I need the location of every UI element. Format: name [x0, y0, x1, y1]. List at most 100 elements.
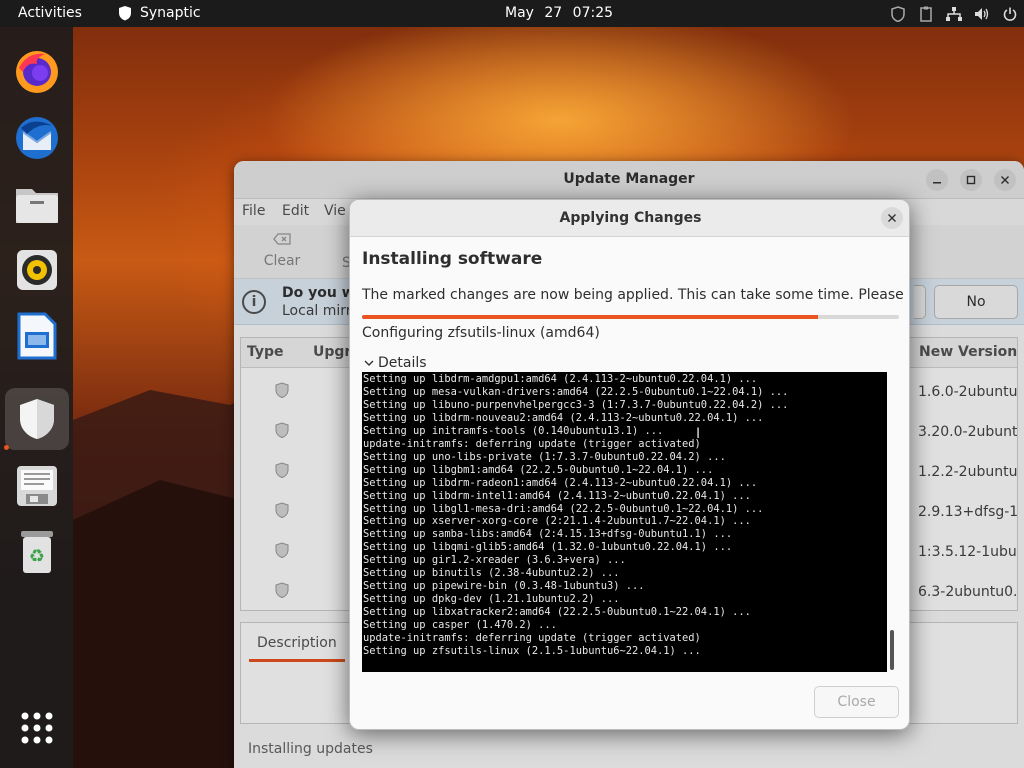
log-line: update-initramfs: deferring update (trig… — [363, 437, 701, 450]
power-icon[interactable] — [996, 7, 1024, 21]
top-bar: Activities Synaptic May 27 07:25 — [0, 0, 1024, 27]
dialog-title: Applying Changes — [559, 210, 702, 226]
close-icon — [888, 214, 896, 222]
log-line: Setting up zfsutils-linux (2.1.5-1ubuntu… — [363, 645, 701, 658]
log-line: Setting up xserver-xorg-core (2:21.1.4-2… — [363, 515, 751, 528]
software-updater-icon[interactable] — [5, 455, 69, 517]
menu-view[interactable]: Vie — [324, 203, 346, 219]
shield-icon[interactable] — [884, 5, 912, 22]
synaptic-shield-small-icon — [119, 6, 131, 21]
package-shield-icon — [275, 502, 289, 518]
rhythmbox-icon[interactable] — [5, 239, 69, 301]
log-line: Setting up libdrm-radeon1:amd64 (2.4.113… — [363, 476, 758, 489]
column-type[interactable]: Type — [247, 344, 284, 360]
log-line: Setting up samba-libs:amd64 (2:4.15.13+d… — [363, 528, 733, 541]
log-line: Setting up pipewire-bin (0.3.48-1ubuntu3… — [363, 580, 645, 593]
log-line: Setting up libgl1-mesa-dri:amd64 (22.2.5… — [363, 502, 764, 515]
details-expander[interactable]: Details — [364, 355, 427, 371]
log-line: Setting up libgbm1:amd64 (22.2.5-0ubuntu… — [363, 463, 714, 476]
new-version-cell: 6.3-2ubuntu0.1 — [918, 584, 1018, 600]
clear-button[interactable]: Clear — [262, 233, 302, 269]
log-line: Setting up casper (1.470.2) ... — [363, 619, 557, 632]
maximize-icon — [966, 175, 976, 185]
tab-description[interactable]: Description — [257, 635, 337, 651]
minimize-icon — [933, 182, 941, 184]
thunderbird-icon[interactable] — [5, 107, 69, 169]
progress-bar — [362, 315, 899, 319]
maximize-button[interactable] — [960, 169, 982, 191]
clock[interactable]: May 27 07:25 — [505, 5, 613, 21]
volume-icon[interactable] — [968, 7, 996, 21]
text-cursor-icon: I — [696, 426, 701, 442]
clear-icon — [273, 233, 291, 245]
network-icon[interactable] — [940, 6, 968, 21]
app-menu[interactable]: Synaptic — [118, 5, 201, 21]
package-shield-icon — [275, 422, 289, 438]
dialog-heading: Installing software — [362, 249, 543, 269]
new-version-cell: 3.20.0-2ubuntu — [918, 424, 1018, 440]
window-close-button[interactable] — [994, 169, 1016, 191]
menu-file[interactable]: File — [242, 203, 265, 219]
info-title: Do you w — [282, 285, 355, 301]
files-icon[interactable] — [5, 173, 69, 235]
log-line: Setting up libdrm-amdgpu1:amd64 (2.4.113… — [363, 373, 758, 385]
new-version-cell: 1.6.0-2ubuntu0 — [918, 384, 1018, 400]
new-version-cell: 1.2.2-2ubuntu0 — [918, 464, 1018, 480]
show-apps-icon[interactable] — [5, 697, 69, 759]
terminal-scrollbar[interactable] — [890, 630, 894, 670]
log-line: Setting up libdrm-intel1:amd64 (2.4.113-… — [363, 489, 751, 502]
package-shield-icon — [275, 382, 289, 398]
progress-fill — [362, 315, 819, 319]
log-line: Setting up libuno-purpenvhelpergcc3-3 (1… — [363, 398, 789, 411]
new-version-cell: 1:3.5.12-1ubun — [918, 544, 1018, 560]
status-text: Installing updates — [248, 741, 373, 757]
firefox-icon[interactable] — [5, 41, 69, 103]
new-version-cell: 2.9.13+dfsg-1u — [918, 504, 1018, 520]
terminal-log[interactable]: Setting up libdrm-amdgpu1:amd64 (2.4.113… — [362, 372, 887, 672]
close-icon — [1001, 176, 1009, 184]
app-name: Synaptic — [140, 5, 201, 21]
clock-time: 07:25 — [572, 5, 614, 21]
trash-icon[interactable]: ♻ — [5, 521, 69, 583]
minimize-button[interactable] — [926, 169, 948, 191]
log-line: Setting up uno-libs-private (1:7.3.7-0ub… — [363, 450, 726, 463]
close-button[interactable]: Close — [814, 686, 899, 718]
writer-icon[interactable] — [5, 305, 69, 367]
configuring-status: Configuring zfsutils-linux (amd64) — [362, 325, 600, 341]
dialog-titlebar[interactable]: Applying Changes — [350, 200, 909, 237]
column-new-version[interactable]: New Version — [919, 344, 1017, 360]
activities-button[interactable]: Activities — [18, 5, 82, 21]
log-line: Setting up libxatracker2:amd64 (22.2.5-0… — [363, 606, 751, 619]
log-line: Setting up dpkg-dev (1.21.1ubuntu2.2) ..… — [363, 593, 620, 606]
dock: ♻ — [0, 27, 73, 768]
dialog-message: The marked changes are now being applied… — [362, 287, 910, 303]
package-shield-icon — [275, 542, 289, 558]
log-line: Setting up gir1.2-xreader (3.6.3+vera) .… — [363, 554, 626, 567]
info-icon: i — [242, 290, 266, 314]
log-line: Setting up libqmi-glib5:amd64 (1.32.0-1u… — [363, 541, 733, 554]
log-line: Setting up initramfs-tools (0.140ubuntu1… — [363, 424, 664, 437]
applying-changes-dialog: Applying Changes Installing software The… — [349, 199, 910, 730]
log-line: Setting up mesa-vulkan-drivers:amd64 (22… — [363, 385, 789, 398]
log-line: Setting up binutils (2.38-4ubuntu2.2) ..… — [363, 567, 620, 580]
clock-date: May 27 — [505, 5, 563, 21]
package-shield-icon — [275, 582, 289, 598]
package-shield-icon — [275, 462, 289, 478]
clipboard-icon[interactable] — [912, 6, 940, 22]
system-tray[interactable] — [884, 0, 1024, 27]
menu-edit[interactable]: Edit — [282, 203, 309, 219]
chevron-down-icon — [364, 360, 374, 366]
no-button[interactable]: No — [934, 285, 1018, 319]
clear-label: Clear — [263, 253, 301, 269]
running-indicator — [4, 445, 9, 450]
dialog-close-button[interactable] — [881, 207, 903, 229]
synaptic-shield-icon[interactable] — [5, 388, 69, 450]
log-line: update-initramfs: deferring update (trig… — [363, 632, 701, 645]
log-line: Setting up libdrm-nouveau2:amd64 (2.4.11… — [363, 411, 764, 424]
info-subtitle: Local mirr — [282, 303, 352, 319]
tab-description-underline — [249, 659, 345, 662]
update-manager-titlebar[interactable]: Update Manager — [234, 161, 1024, 199]
info-yes-button[interactable] — [914, 285, 926, 319]
svg-text:♻: ♻ — [29, 546, 45, 567]
update-manager-title: Update Manager — [563, 171, 695, 187]
